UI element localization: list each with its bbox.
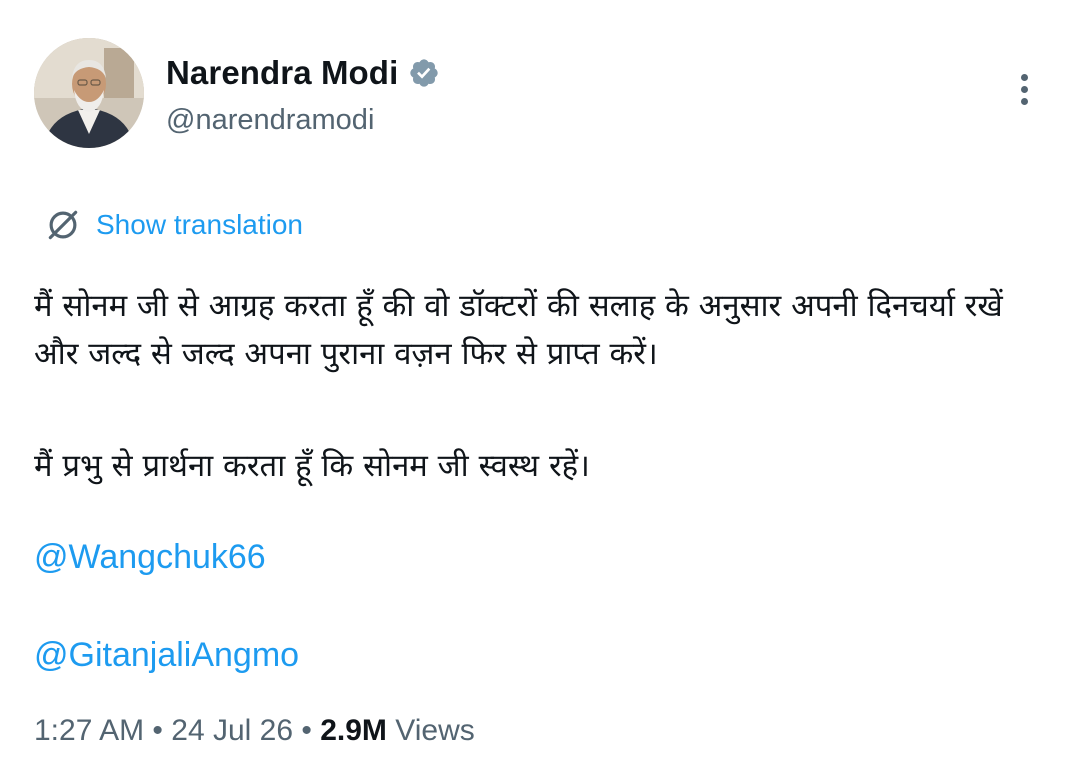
globe-translate-icon xyxy=(48,210,78,240)
tweet-text-paragraph-1: मैं सोनम जी से आग्रह करता हूँ की वो डॉक्… xyxy=(34,288,1003,372)
show-translation-button[interactable]: Show translation xyxy=(44,206,303,244)
author-handle[interactable]: @narendramodi xyxy=(166,104,374,137)
more-options-icon[interactable] xyxy=(1014,74,1034,114)
tweet-time[interactable]: 1:27 AM xyxy=(34,714,144,747)
tweet-date[interactable]: 24 Jul 26 xyxy=(171,714,293,747)
mention-link[interactable]: @Wangchuk66 xyxy=(34,538,266,577)
tweet-card: Narendra Modi @narendramodi Show transla… xyxy=(0,0,1067,762)
tweet-header: Narendra Modi @narendramodi xyxy=(34,38,1034,150)
avatar[interactable] xyxy=(34,38,144,148)
author-display-name[interactable]: Narendra Modi xyxy=(166,54,398,92)
meta-separator: • xyxy=(144,714,172,747)
views-count[interactable]: 2.9M xyxy=(320,714,387,747)
name-row: Narendra Modi xyxy=(166,54,440,92)
mention-link[interactable]: @GitanjaliAngmo xyxy=(34,636,299,675)
verified-badge-icon[interactable] xyxy=(408,57,440,89)
tweet-meta: 1:27 AM • 24 Jul 26 • 2.9M Views xyxy=(34,714,475,748)
meta-separator: • xyxy=(293,714,321,747)
avatar-image xyxy=(34,38,144,148)
tweet-text-paragraph-2: मैं प्रभु से प्रार्थना करता हूँ कि सोनम … xyxy=(34,448,590,484)
show-translation-label[interactable]: Show translation xyxy=(96,209,303,241)
views-label: Views xyxy=(386,714,475,747)
